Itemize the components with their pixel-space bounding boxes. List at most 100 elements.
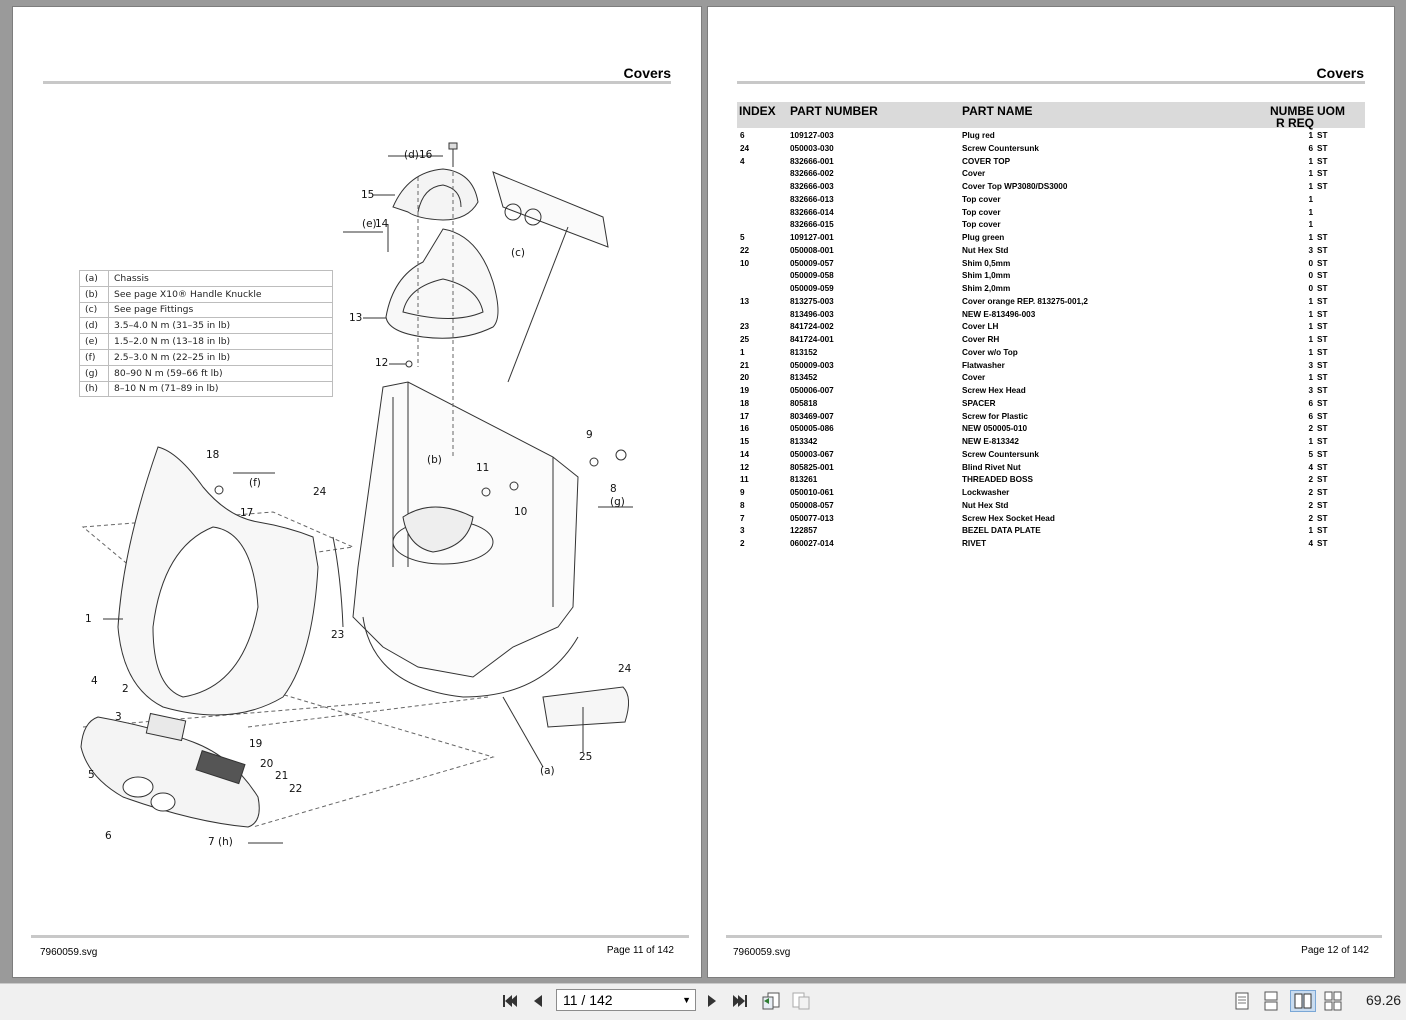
callout-label: 19: [249, 738, 263, 750]
row-index: 23: [740, 322, 750, 332]
row-part-name: Plug red: [962, 131, 995, 140]
row-uom: ST: [1317, 296, 1328, 306]
callout-label: (c): [511, 247, 525, 259]
row-quantity: 3: [1308, 245, 1313, 255]
row-part-name: Screw Hex Head: [962, 386, 1026, 395]
row-uom: ST: [1317, 411, 1328, 421]
header-part-name: PART NAME: [962, 104, 1033, 118]
callout-label: 20: [260, 758, 274, 770]
row-part-name: Cover orange REP. 813275-001,2: [962, 296, 1088, 306]
row-quantity: 1: [1308, 335, 1313, 344]
legend-value: 2.5–3.0 N m (22–25 in lb): [108, 348, 333, 366]
row-part-number: 050009-057: [790, 258, 834, 268]
row-part-number: 832666-003: [790, 182, 834, 191]
first-page-icon[interactable]: [499, 990, 521, 1012]
row-part-number: 050003-030: [790, 143, 834, 153]
callout-label: 17: [240, 507, 254, 519]
legend-row: (g) 80–90 N m (59–66 ft lb): [79, 364, 333, 382]
parts-table-row: 3 122857 BEZEL DATA PLATE 1 ST: [737, 526, 1365, 539]
last-page-icon[interactable]: [729, 990, 751, 1012]
legend-value: Chassis: [108, 270, 333, 287]
row-part-name: Cover RH: [962, 335, 1000, 344]
parts-table-row: 9 050010-061 Lockwasher 2 ST: [737, 488, 1365, 501]
row-part-number: 050010-061: [790, 488, 834, 497]
row-uom: ST: [1317, 182, 1328, 191]
parts-table-row: 5 109127-001 Plug green 1 ST: [737, 233, 1365, 246]
row-quantity: 1: [1308, 169, 1313, 179]
row-part-name: Screw Hex Socket Head: [962, 513, 1055, 523]
previous-view-icon[interactable]: [760, 990, 782, 1012]
row-part-number: 813275-003: [790, 296, 834, 306]
callout-label: 8: [610, 483, 617, 495]
row-uom: ST: [1317, 258, 1328, 268]
callout-label: 11: [476, 462, 490, 474]
torque-legend-table: (a) Chassis (b) See page X10® Handle Knuckl…: [79, 270, 333, 398]
callout-label: 15: [361, 189, 375, 201]
parts-table-row: 813496-003 NEW E-813496-003 1 ST: [737, 310, 1365, 323]
row-part-number: 050006-007: [790, 386, 834, 395]
row-quantity: 1: [1308, 182, 1313, 191]
row-index: 14: [740, 449, 750, 459]
callout-label: 6: [105, 830, 112, 842]
callout-label: (d): [404, 149, 419, 161]
parts-table-row: 7 050077-013 Screw Hex Socket Head 2 ST: [737, 514, 1365, 527]
row-part-number: 122857: [790, 526, 818, 536]
parts-table-row: 8 050008-057 Nut Hex Std 2 ST: [737, 501, 1365, 514]
parts-table-row: 10 050009-057 Shim 0,5mm 0 ST: [737, 259, 1365, 272]
row-uom: ST: [1317, 245, 1328, 255]
parts-table-row: 4 832666-001 COVER TOP 1 ST: [737, 157, 1365, 170]
row-part-name: Top cover: [962, 220, 1001, 230]
two-page-view-icon[interactable]: [1290, 990, 1316, 1012]
two-page-continuous-icon[interactable]: [1322, 990, 1344, 1012]
row-index: 15: [740, 437, 750, 446]
chevron-down-icon[interactable]: ▼: [682, 990, 691, 1010]
row-part-number: 050008-057: [790, 500, 834, 510]
page-number-input[interactable]: 11 / 142 ▼: [556, 989, 696, 1011]
row-uom: ST: [1317, 475, 1328, 485]
callout-label: 21: [275, 770, 289, 782]
single-page-view-icon[interactable]: [1231, 990, 1253, 1012]
row-part-number: 813496-003: [790, 309, 834, 319]
row-quantity: 1: [1308, 309, 1313, 319]
row-part-number: 050009-003: [790, 360, 834, 370]
previous-page-icon[interactable]: [527, 990, 549, 1012]
row-uom: ST: [1317, 437, 1328, 446]
row-quantity: 4: [1308, 539, 1313, 548]
legend-key: (b): [79, 285, 109, 303]
legend-key: (c): [79, 301, 109, 319]
row-quantity: 1: [1308, 131, 1313, 140]
right-page: Covers INDEX PART NUMBER PART NAME NUMBE…: [707, 6, 1395, 978]
row-quantity: 5: [1308, 449, 1313, 459]
page-number-value: 11 / 142: [563, 992, 613, 1008]
row-uom: ST: [1317, 143, 1328, 153]
next-view-icon[interactable]: [790, 990, 812, 1012]
row-part-name: Shim 0,5mm: [962, 258, 1011, 268]
zoom-level[interactable]: 69.26: [1366, 992, 1401, 1008]
row-part-number: 050003-067: [790, 449, 834, 459]
row-uom: ST: [1317, 233, 1328, 242]
row-part-name: Flatwasher: [962, 360, 1005, 370]
row-quantity: 3: [1308, 386, 1313, 395]
legend-value: See page Fittings: [108, 301, 333, 319]
footer-rule: [31, 935, 689, 938]
row-index: 2: [740, 539, 745, 548]
row-quantity: 2: [1308, 513, 1313, 523]
legend-value: 3.5–4.0 N m (31–35 in lb): [108, 317, 333, 335]
row-uom: ST: [1317, 424, 1328, 434]
row-index: 18: [740, 398, 750, 408]
row-part-number: 805825-001: [790, 462, 834, 472]
row-part-number: 841724-002: [790, 322, 834, 332]
row-part-number: 109127-003: [790, 131, 834, 140]
row-uom: ST: [1317, 169, 1328, 179]
legend-row: (d) 3.5–4.0 N m (31–35 in lb): [79, 317, 333, 335]
row-index: 3: [740, 526, 745, 536]
single-page-continuous-icon[interactable]: [1260, 990, 1282, 1012]
parts-table-row: 832666-014 Top cover 1: [737, 208, 1365, 221]
parts-table-row: 832666-015 Top cover 1: [737, 220, 1365, 233]
next-page-icon[interactable]: [701, 990, 723, 1012]
parts-table-row: 20 813452 Cover 1 ST: [737, 373, 1365, 386]
legend-value: 8–10 N m (71–89 in lb): [108, 380, 333, 398]
row-quantity: 0: [1308, 271, 1313, 281]
row-part-name: Cover Top WP3080/DS3000: [962, 182, 1068, 191]
page-title: Covers: [1316, 65, 1364, 81]
